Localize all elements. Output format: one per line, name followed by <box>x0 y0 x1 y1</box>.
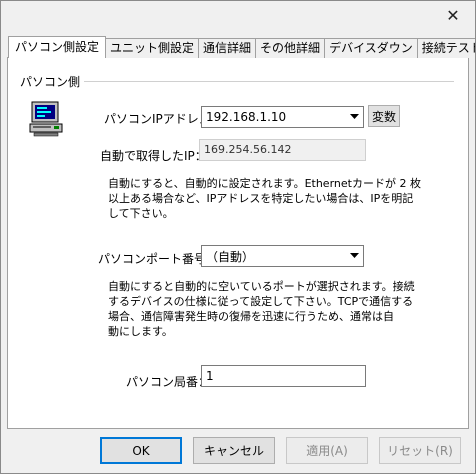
tab-device-down[interactable]: デバイスダウン <box>324 38 418 58</box>
chevron-down-icon[interactable] <box>346 107 363 127</box>
ip-address-value: 192.168.1.10 <box>206 110 287 124</box>
station-number-input[interactable]: 1 <box>201 365 366 387</box>
auto-ip-label: 自動で取得したIP： <box>100 149 207 163</box>
port-description: 自動にすると自動的に空いているポートが選択されます。接続 するデバイスの仕様に従… <box>108 280 415 338</box>
tab-unit-settings[interactable]: ユニット側設定 <box>105 38 200 58</box>
station-number-label: パソコン局番： <box>126 375 211 389</box>
close-button[interactable]: ✕ <box>430 0 476 30</box>
cancel-button[interactable]: キャンセル <box>193 437 275 464</box>
ip-description: 自動にすると、自動的に設定されます。Ethernetカードが 2 枚 以上ある場… <box>108 177 421 220</box>
variable-button[interactable]: 変数 <box>368 105 400 127</box>
tab-connection-test[interactable]: 接続テスト <box>416 38 476 58</box>
group-title: パソコン側 <box>20 75 81 89</box>
port-combo[interactable]: （自動） <box>201 245 364 267</box>
ip-address-combo[interactable]: 192.168.1.10 <box>201 106 364 128</box>
tab-comm-details[interactable]: 通信詳細 <box>198 38 257 58</box>
apply-button[interactable]: 適用(A) <box>286 437 368 464</box>
auto-ip-value: 169.254.56.142 <box>199 139 366 161</box>
computer-icon <box>29 101 63 137</box>
title-bar: ✕ <box>0 0 476 30</box>
close-icon: ✕ <box>446 5 460 25</box>
tab-strip: パソコン側設定 ユニット側設定 通信詳細 その他詳細 デバイスダウン 接続テスト <box>8 36 476 58</box>
tab-pc-settings[interactable]: パソコン側設定 <box>8 36 107 58</box>
reset-button[interactable]: リセット(R) <box>379 437 461 464</box>
port-label: パソコンポート番号： <box>98 252 219 266</box>
port-value: （自動） <box>206 249 255 264</box>
chevron-down-icon[interactable] <box>346 246 363 266</box>
ok-button[interactable]: OK <box>100 437 182 464</box>
group-divider <box>84 81 454 82</box>
tab-other-details[interactable]: その他詳細 <box>255 38 326 58</box>
